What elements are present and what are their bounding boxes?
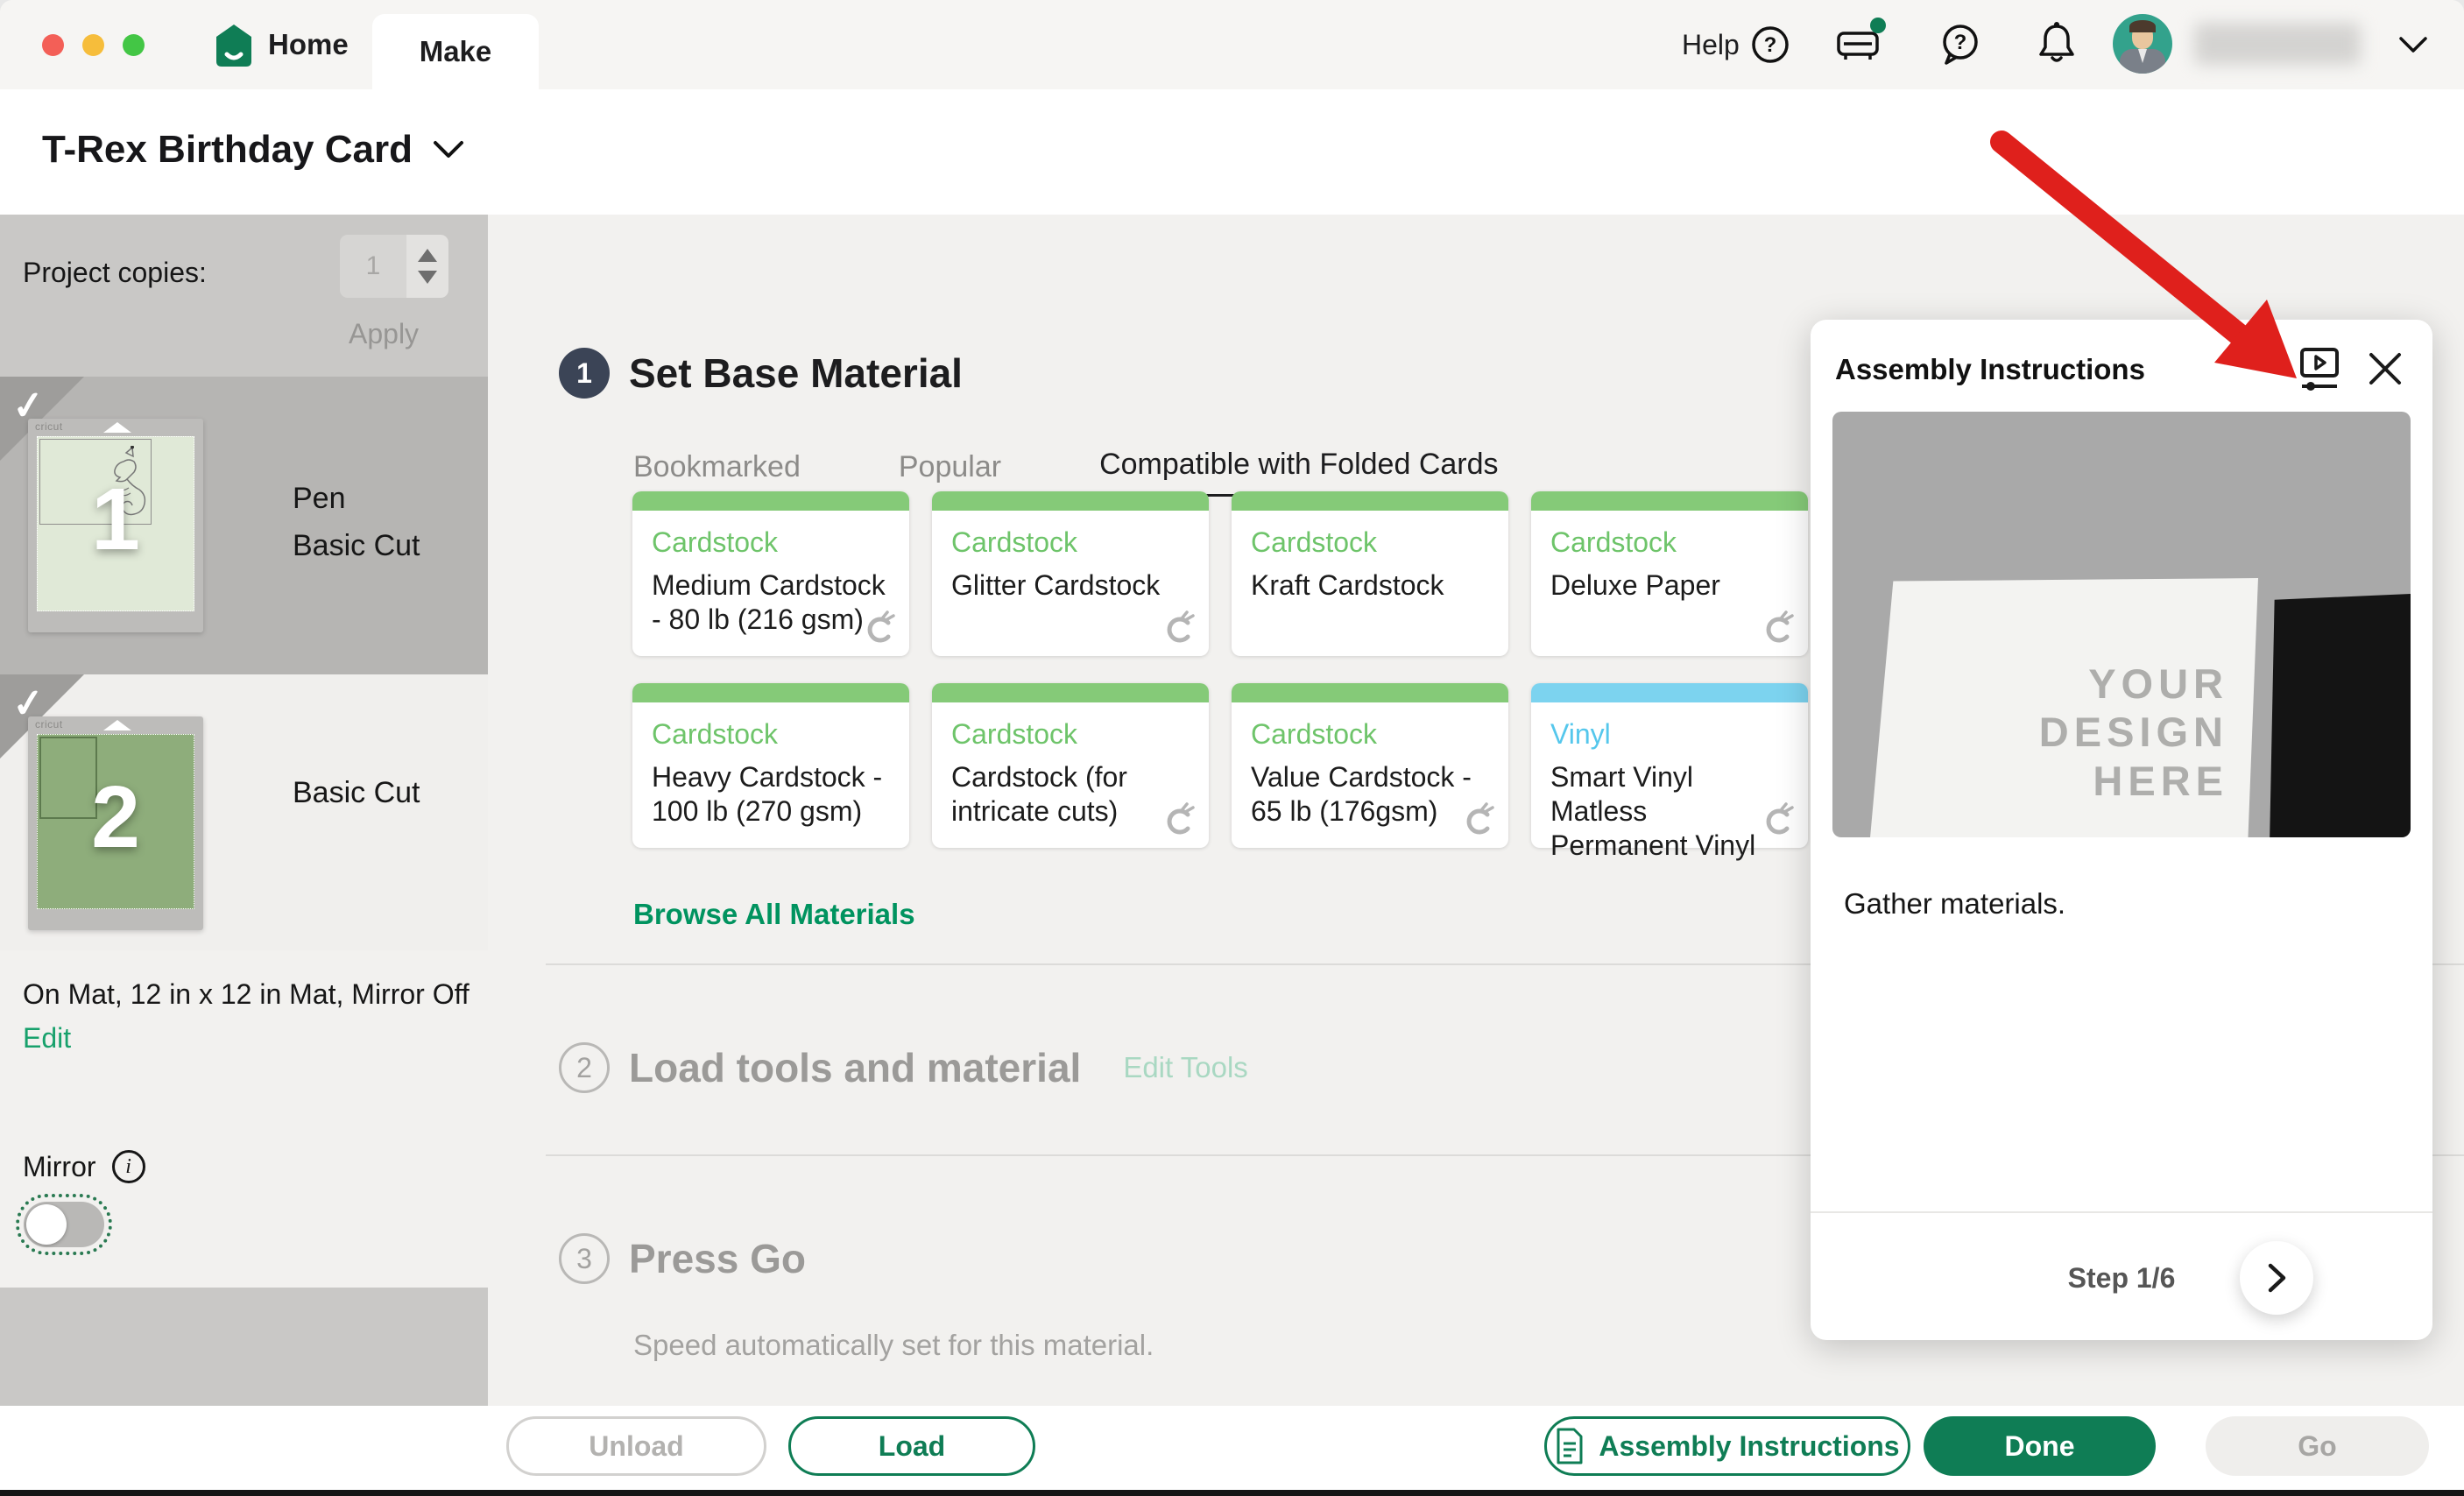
assembly-step-caption: Gather materials. bbox=[1844, 887, 2065, 921]
edit-link[interactable]: Edit bbox=[23, 1022, 71, 1055]
step-3-badge: 3 bbox=[559, 1233, 610, 1284]
mat-1-tools: Pen Basic Cut bbox=[293, 475, 420, 570]
mat-brand-label: cricut bbox=[35, 718, 63, 730]
video-player-icon bbox=[2295, 344, 2344, 393]
user-name-redacted bbox=[2194, 23, 2361, 65]
mirror-toggle[interactable] bbox=[16, 1194, 112, 1255]
account-chevron-down-icon[interactable] bbox=[2396, 33, 2431, 56]
material-card[interactable]: Cardstock Kraft Cardstock bbox=[1232, 491, 1508, 656]
material-card[interactable]: Cardstock Heavy Cardstock - 100 lb (270 … bbox=[632, 683, 909, 848]
panel-title: Assembly Instructions bbox=[1835, 353, 2145, 386]
copies-input[interactable]: 1 bbox=[340, 235, 406, 298]
notifications-button[interactable] bbox=[2034, 19, 2079, 68]
title-chevron-down-icon bbox=[432, 139, 465, 160]
cricut-bug-icon bbox=[860, 610, 897, 647]
support-chat-button[interactable]: ? bbox=[1938, 21, 1983, 67]
close-icon bbox=[2364, 348, 2406, 390]
video-tutorial-button[interactable] bbox=[2295, 344, 2344, 393]
mat-settings-section: On Mat, 12 in x 12 in Mat, Mirror Off Ed… bbox=[0, 950, 488, 1270]
material-card[interactable]: Cardstock Medium Cardstock - 80 lb (216 … bbox=[632, 491, 909, 656]
mat-number: 1 bbox=[28, 469, 203, 570]
material-card[interactable]: Cardstock Value Cardstock - 65 lb (176gs… bbox=[1232, 683, 1508, 848]
edit-tools-link[interactable]: Edit Tools bbox=[1123, 1051, 1247, 1084]
quantity-stepper[interactable]: 1 bbox=[340, 235, 448, 298]
window-bottom-edge bbox=[0, 1490, 2464, 1496]
mat-2-thumbnail[interactable]: cricut 2 bbox=[28, 716, 203, 930]
cricut-bug-icon bbox=[1759, 802, 1796, 839]
cricut-bug-icon bbox=[1459, 802, 1496, 839]
project-copies-label: Project copies: bbox=[23, 257, 207, 289]
black-cardstock-image bbox=[2269, 594, 2411, 837]
mat-brand-label: cricut bbox=[35, 420, 63, 433]
window-zoom-button[interactable] bbox=[123, 34, 145, 56]
step-indicator: Step 1/6 bbox=[1811, 1262, 2432, 1295]
mat-1-thumbnail[interactable]: cricut 1 bbox=[28, 419, 203, 632]
step-2-badge: 2 bbox=[559, 1042, 610, 1093]
help-menu[interactable]: Help ? bbox=[1682, 25, 1790, 65]
stencil-card-image: YOUR DESIGN HERE bbox=[1866, 578, 2258, 837]
material-card[interactable]: Cardstock Deluxe Paper bbox=[1531, 491, 1808, 656]
document-icon bbox=[1555, 1428, 1585, 1464]
cricut-home-icon[interactable] bbox=[213, 23, 255, 68]
window-minimize-button[interactable] bbox=[82, 34, 104, 56]
chevron-right-icon bbox=[2263, 1260, 2290, 1295]
mats-sidebar: Project copies: 1 Apply ✓ cricut bbox=[0, 215, 488, 1496]
mat-item-1[interactable]: ✓ cricut 1 Pen Basic C bbox=[0, 377, 488, 674]
apply-button[interactable]: Apply bbox=[349, 318, 419, 350]
top-bar: Home Make Help ? ? bbox=[0, 0, 2464, 89]
mat-settings-summary: On Mat, 12 in x 12 in Mat, Mirror Off bbox=[23, 978, 470, 1011]
material-card[interactable]: Cardstock Cardstock (for intricate cuts) bbox=[932, 683, 1209, 848]
step-1-title: Set Base Material bbox=[629, 349, 963, 397]
step-1-badge: 1 bbox=[559, 348, 610, 399]
assembly-instructions-panel: Assembly Instructions YOUR DESIGN HERE G… bbox=[1811, 320, 2432, 1340]
tab-popular[interactable]: Popular bbox=[899, 450, 1001, 497]
material-cards-grid: Cardstock Medium Cardstock - 80 lb (216 … bbox=[632, 491, 1808, 848]
material-card[interactable]: Cardstock Glitter Cardstock bbox=[932, 491, 1209, 656]
close-panel-button[interactable] bbox=[2364, 348, 2406, 390]
help-question-icon: ? bbox=[1750, 25, 1790, 65]
step-3-subtitle: Speed automatically set for this materia… bbox=[633, 1329, 1154, 1362]
go-button[interactable]: Go bbox=[2206, 1416, 2429, 1476]
machine-online-badge bbox=[1870, 18, 1886, 33]
done-button[interactable]: Done bbox=[1924, 1416, 2156, 1476]
step-2-title: Load tools and material bbox=[629, 1044, 1081, 1091]
tab-bookmarked[interactable]: Bookmarked bbox=[633, 450, 801, 497]
app-window: Home Make Help ? ? bbox=[0, 0, 2464, 1496]
mirror-label: Mirror bbox=[23, 1151, 96, 1183]
load-button[interactable]: Load bbox=[788, 1416, 1035, 1476]
machine-status-button[interactable] bbox=[1835, 23, 1881, 65]
tab-make[interactable]: Make bbox=[372, 14, 539, 89]
next-step-button[interactable] bbox=[2240, 1241, 2313, 1315]
panel-footer: Step 1/6 bbox=[1811, 1211, 2432, 1340]
mat-number: 2 bbox=[28, 767, 203, 868]
mat-item-2[interactable]: ✓ cricut 2 Basic Cut bbox=[0, 674, 488, 950]
tab-home[interactable]: Home bbox=[268, 28, 349, 61]
svg-text:?: ? bbox=[1954, 31, 1967, 54]
stepper-down-icon[interactable] bbox=[418, 271, 437, 284]
material-tabs: Bookmarked Popular Compatible with Folde… bbox=[633, 448, 1499, 497]
project-title-bar: T-Rex Birthday Card bbox=[0, 89, 2464, 215]
action-bar: Unload Load Assembly Instructions Done G… bbox=[0, 1406, 2464, 1496]
project-copies-section: Project copies: 1 Apply bbox=[0, 215, 488, 377]
browse-all-materials-link[interactable]: Browse All Materials bbox=[633, 898, 915, 931]
stepper-up-icon[interactable] bbox=[418, 249, 437, 262]
cricut-bug-icon bbox=[1160, 610, 1197, 647]
cricut-bug-icon bbox=[1759, 610, 1796, 647]
unload-button[interactable]: Unload bbox=[506, 1416, 766, 1476]
cricut-bug-icon bbox=[1160, 802, 1197, 839]
bell-icon bbox=[2034, 19, 2079, 68]
material-card[interactable]: Vinyl Smart Vinyl Matless Permanent Viny… bbox=[1531, 683, 1808, 848]
user-avatar[interactable] bbox=[2113, 14, 2172, 74]
tab-compatible-folded-cards[interactable]: Compatible with Folded Cards bbox=[1099, 448, 1498, 497]
chat-help-icon: ? bbox=[1938, 21, 1983, 67]
svg-text:?: ? bbox=[1763, 33, 1776, 57]
mat-2-tools: Basic Cut bbox=[293, 769, 420, 816]
step-3-title: Press Go bbox=[629, 1235, 806, 1282]
assembly-step-photo: YOUR DESIGN HERE bbox=[1832, 412, 2411, 837]
window-close-button[interactable] bbox=[42, 34, 64, 56]
page-title: T-Rex Birthday Card bbox=[42, 128, 413, 172]
assembly-instructions-button[interactable]: Assembly Instructions bbox=[1544, 1416, 1910, 1476]
info-icon[interactable]: i bbox=[112, 1150, 145, 1183]
project-title-dropdown[interactable]: T-Rex Birthday Card bbox=[42, 128, 465, 172]
